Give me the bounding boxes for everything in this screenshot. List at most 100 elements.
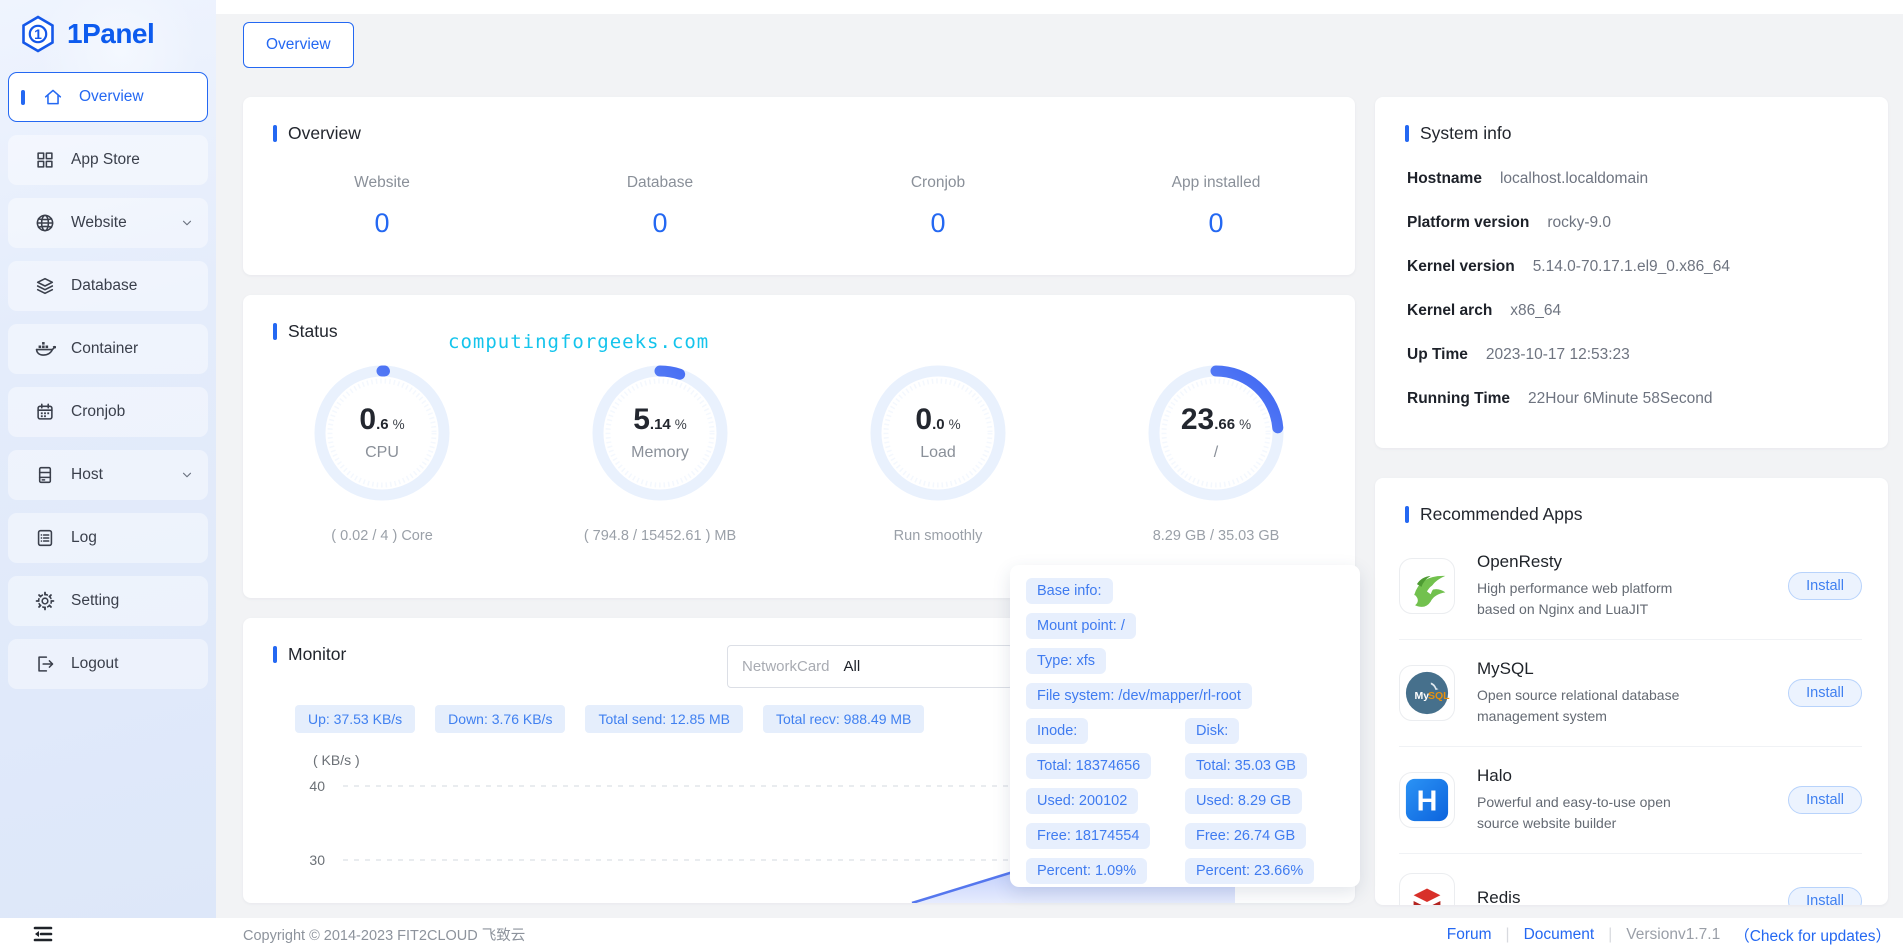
tooltip-pill: Used: 200102 [1026, 788, 1138, 814]
stat-value[interactable]: 0 [521, 208, 799, 239]
gauge-label: Memory [631, 444, 689, 462]
sidebar-item-label: Setting [71, 592, 194, 610]
system-info-row-hostname: Hostname localhost.localdomain [1407, 170, 1888, 188]
title-marker [273, 646, 277, 663]
tooltip-pill: Percent: 1.09% [1026, 858, 1147, 884]
svg-text:30: 30 [309, 852, 325, 868]
info-value: 5.14.0-70.17.1.el9_0.x86_64 [1533, 258, 1730, 276]
sidebar-item-logout[interactable]: Logout [8, 639, 208, 689]
1panel-logo-icon: 1 [18, 14, 58, 54]
sidebar: 1 1Panel Overview App Store Website Databas… [0, 0, 216, 918]
apps-list: OpenResty High performance web platform b… [1375, 525, 1888, 905]
sidebar-item-label: Database [71, 277, 194, 295]
install-button[interactable]: Install [1788, 887, 1862, 905]
info-value: localhost.localdomain [1500, 170, 1648, 188]
install-button[interactable]: Install [1788, 786, 1862, 814]
overview-stat-cronjob: Cronjob0 [799, 174, 1077, 239]
disk-column: Disk:Total: 35.03 GBUsed: 8.29 GBFree: 2… [1185, 718, 1344, 893]
app-description: High performance web platform based on N… [1477, 578, 1709, 620]
sidebar-collapse-button[interactable] [30, 921, 60, 947]
layers-icon [34, 275, 56, 297]
forum-link[interactable]: Forum [1447, 926, 1492, 944]
sidebar-item-database[interactable]: Database [8, 261, 208, 311]
tooltip-pill: Inode: [1026, 718, 1088, 744]
mysql-app-icon: MySQL [1399, 665, 1455, 721]
sidebar-item-label: App Store [71, 151, 194, 169]
document-link[interactable]: Document [1524, 926, 1595, 944]
info-label: Hostname [1407, 170, 1482, 188]
traffic-stat-pill: Total send: 12.85 MB [585, 705, 743, 733]
sidebar-item-host[interactable]: Host [8, 450, 208, 500]
top-strip [216, 0, 1903, 14]
gauge-load: 0.0%LoadRun smoothly [799, 358, 1077, 544]
install-button[interactable]: Install [1788, 679, 1862, 707]
gauge-subtext: ( 0.02 / 4 ) Core [331, 528, 433, 544]
footer-links: Forum | Document | Versionv1.7.1 （Check … [1447, 924, 1891, 946]
system-info-row-kernel-arch: Kernel arch x86_64 [1407, 302, 1888, 320]
divider: | [1506, 926, 1510, 944]
sidebar-item-label: Cronjob [71, 403, 194, 421]
recommended-apps-card: Recommended Apps OpenResty High performan… [1375, 478, 1888, 905]
recommended-apps-title: Recommended Apps [1420, 504, 1582, 525]
info-label: Platform version [1407, 214, 1529, 232]
chevron-down-icon [180, 216, 194, 230]
info-value: x86_64 [1510, 302, 1561, 320]
system-info-row-up-time: Up Time2023-10-17 12:53:23 [1407, 346, 1888, 364]
active-indicator [21, 90, 25, 105]
install-button[interactable]: Install [1788, 572, 1862, 600]
system-info-row-kernel-version: Kernel version5.14.0-70.17.1.el9_0.x86_6… [1407, 258, 1888, 276]
traffic-stat-pill: Total recv: 988.49 MB [763, 705, 924, 733]
sidebar-item-container[interactable]: Container [8, 324, 208, 374]
stat-value[interactable]: 0 [799, 208, 1077, 239]
sidebar-item-log[interactable]: Log [8, 513, 208, 563]
sidebar-item-setting[interactable]: Setting [8, 576, 208, 626]
divider: | [1608, 926, 1612, 944]
sidebar-item-website[interactable]: Website [8, 198, 208, 248]
overview-card-title: Overview [288, 123, 361, 144]
system-info-row-platform-version: Platform versionrocky-9.0 [1407, 214, 1888, 232]
app-row-mysql: MySQLMySQLOpen source relational databas… [1399, 640, 1862, 747]
sidebar-item-label: Logout [71, 655, 194, 673]
calendar-icon [34, 401, 56, 423]
stat-value[interactable]: 0 [243, 208, 521, 239]
redis-app-icon [1399, 873, 1455, 905]
info-label: Kernel arch [1407, 302, 1492, 320]
gauge-label: CPU [365, 444, 399, 462]
traffic-stat-pill: Down: 3.76 KB/s [435, 705, 565, 733]
stat-label: Website [243, 174, 521, 192]
footer: Copyright © 2014-2023 FIT2CLOUD 飞致云 Foru… [0, 918, 1903, 951]
home-icon [42, 86, 64, 108]
info-label: Up Time [1407, 346, 1468, 364]
sidebar-item-cronjob[interactable]: Cronjob [8, 387, 208, 437]
tooltip-pill: Total: 18374656 [1026, 753, 1151, 779]
sidebar-item-app-store[interactable]: App Store [8, 135, 208, 185]
title-marker [273, 125, 277, 142]
tooltip-pill: Disk: [1185, 718, 1239, 744]
svg-text:H: H [1417, 786, 1438, 818]
tooltip-pill: Type: xfs [1026, 648, 1106, 674]
status-card: Status computingforgeeks.com 0.6%CPU( 0.… [243, 295, 1355, 598]
status-gauges: 0.6%CPU( 0.02 / 4 ) Core5.14%Memory( 794… [243, 358, 1355, 544]
overview-stat-app-installed: App installed0 [1077, 174, 1355, 239]
monitor-stat-pills: Up: 37.53 KB/sDown: 3.76 KB/sTotal send:… [295, 705, 924, 733]
monitor-card-title: Monitor [288, 644, 346, 665]
logout-icon [34, 653, 56, 675]
brand-logo[interactable]: 1 1Panel [0, 0, 216, 58]
gauge-value: 0.0% [915, 405, 960, 435]
sidebar-item-label: Host [71, 466, 165, 484]
sidebar-item-overview[interactable]: Overview [8, 72, 208, 122]
stat-value[interactable]: 0 [1077, 208, 1355, 239]
system-info-title: System info [1420, 123, 1511, 144]
app-name: OpenResty [1477, 552, 1766, 572]
tab-overview[interactable]: Overview [243, 22, 354, 68]
log-icon [34, 527, 56, 549]
tooltip-pill: Free: 26.74 GB [1185, 823, 1306, 849]
tooltip-pill: Total: 35.03 GB [1185, 753, 1307, 779]
tooltip-pill: Percent: 23.66% [1185, 858, 1314, 884]
check-updates-link[interactable]: （Check for updates） [1734, 924, 1891, 946]
network-card-select-value: All [844, 658, 861, 675]
gauge-value: 0.6% [359, 405, 404, 435]
gauge-value: 5.14% [633, 405, 687, 435]
gauge-label: / [1214, 444, 1218, 462]
network-card-select[interactable]: NetworkCard All [727, 645, 1013, 688]
